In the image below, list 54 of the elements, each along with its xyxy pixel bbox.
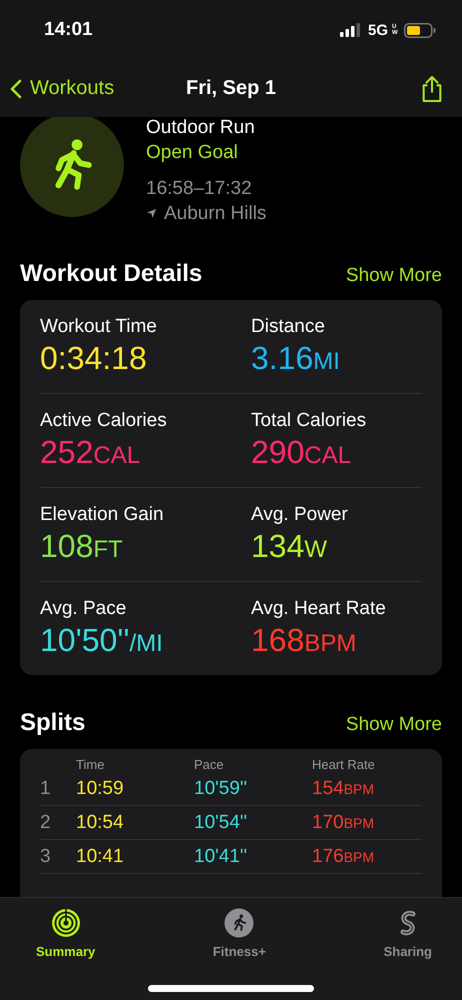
metric-label: Distance (251, 315, 326, 339)
column-header: Heart Rate (312, 757, 376, 772)
metric-label: Avg. Pace (40, 597, 128, 621)
workout-name: Outdoor Run (146, 116, 256, 140)
metric-label: Active Calories (40, 409, 168, 433)
clock: 14:01 (44, 19, 93, 41)
metric-label: Total Calories (251, 409, 368, 433)
metric-value: 134W (251, 527, 328, 566)
location-arrow-icon (146, 208, 157, 219)
metric-value: 290CAL (251, 433, 352, 472)
split-time: 10:54 (76, 812, 125, 834)
split-pace: 10'59'' (194, 778, 248, 800)
split-time: 10:59 (76, 778, 125, 800)
runner-icon (224, 908, 254, 938)
metric-label: Avg. Power (251, 503, 349, 527)
split-number: 2 (40, 812, 52, 834)
show-more-link[interactable]: Show More (346, 265, 442, 287)
section-title: Splits (20, 709, 86, 737)
metric-value: 108FT (40, 527, 124, 566)
time-range: 16:58–17:32 (146, 177, 253, 201)
split-number: 3 (40, 846, 52, 868)
metric-value: 168BPM (251, 621, 358, 660)
battery-icon (404, 22, 436, 38)
tab[interactable]: Sharing (384, 908, 432, 962)
metric-label: Elevation Gain (40, 503, 165, 527)
split-heart-rate: 154BPM (312, 778, 376, 800)
page-title: Fri, Sep 1 (186, 77, 276, 100)
split-time: 10:41 (76, 846, 125, 868)
workout-goal: Open Goal (146, 141, 239, 165)
metric-value: 3.16MI (251, 339, 341, 378)
metric-value: 252CAL (40, 433, 142, 472)
section-title: Workout Details (20, 260, 202, 288)
column-header: Time (76, 757, 106, 772)
split-pace: 10'41'' (194, 846, 248, 868)
column-header: Pace (194, 757, 225, 772)
split-pace: 10'54'' (194, 812, 248, 834)
share-button[interactable] (420, 74, 444, 102)
split-heart-rate: 176BPM (312, 846, 376, 868)
tab[interactable]: Fitness+ (212, 908, 266, 962)
split-heart-rate: 170BPM (312, 812, 376, 834)
split-number: 1 (40, 778, 52, 800)
signal-icon (340, 23, 360, 37)
network-label: 5G (368, 22, 388, 38)
share-icon (420, 74, 444, 102)
metric-value: 0:34:18 (40, 339, 148, 377)
metric-label: Workout Time (40, 315, 158, 339)
rings-icon (50, 908, 81, 938)
metric-label: Avg. Heart Rate (251, 597, 387, 621)
back-button[interactable]: Workouts (10, 77, 114, 100)
metric-value: 10'50''/MI (40, 621, 164, 660)
tab[interactable]: Summary (36, 908, 96, 962)
location: Auburn Hills (164, 202, 266, 226)
chevron-left-icon (10, 78, 22, 98)
show-more-link[interactable]: Show More (346, 714, 442, 736)
